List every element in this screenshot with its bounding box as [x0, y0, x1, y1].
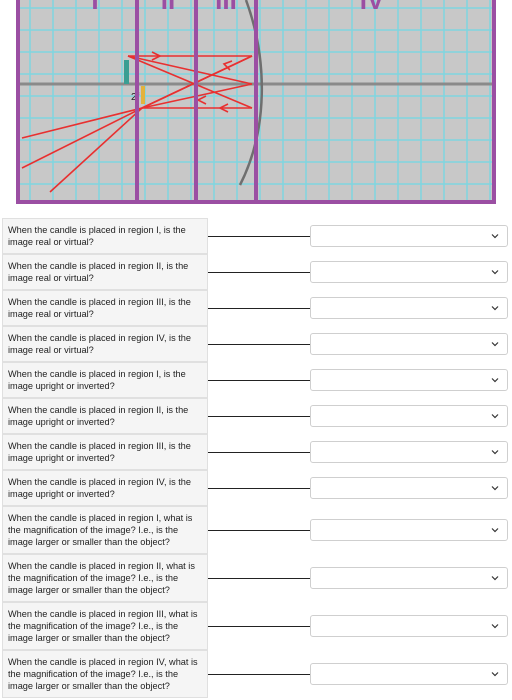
question-label: When the candle is placed in region I, i… [2, 362, 208, 398]
question-row: When the candle is placed in region I, w… [0, 506, 512, 554]
question-label: When the candle is placed in region II, … [2, 398, 208, 434]
chevron-down-icon [491, 450, 499, 455]
answer-connector-line [208, 578, 310, 579]
answer-connector-line [208, 272, 310, 273]
answer-dropdown[interactable] [310, 261, 508, 283]
answer-connector-line [208, 488, 310, 489]
question-label: When the candle is placed in region I, i… [2, 218, 208, 254]
answer-dropdown[interactable] [310, 441, 508, 463]
question-label: When the candle is placed in region III,… [2, 290, 208, 326]
question-row: When the candle is placed in region IV, … [0, 470, 512, 506]
question-label: When the candle is placed in region IV, … [2, 470, 208, 506]
chevron-down-icon [491, 414, 499, 419]
answer-dropdown[interactable] [310, 567, 508, 589]
answer-connector-line [208, 626, 310, 627]
question-row: When the candle is placed in region II, … [0, 554, 512, 602]
answer-dropdown[interactable] [310, 615, 508, 637]
chevron-down-icon [491, 342, 499, 347]
question-label: When the candle is placed in region III,… [2, 602, 208, 650]
question-label: When the candle is placed in region IV, … [2, 326, 208, 362]
region-label-II: II [161, 0, 175, 15]
chevron-down-icon [491, 378, 499, 383]
question-row: When the candle is placed in region I, i… [0, 362, 512, 398]
region-label-III: III [215, 0, 237, 15]
question-row: When the candle is placed in region II, … [0, 254, 512, 290]
chevron-down-icon [491, 234, 499, 239]
chevron-down-icon [491, 306, 499, 311]
answer-dropdown[interactable] [310, 225, 508, 247]
chevron-down-icon [491, 270, 499, 275]
question-row: When the candle is placed in region IV, … [0, 650, 512, 698]
question-list: When the candle is placed in region I, i… [0, 218, 512, 698]
answer-dropdown[interactable] [310, 369, 508, 391]
question-label: When the candle is placed in region III,… [2, 434, 208, 470]
chevron-down-icon [491, 486, 499, 491]
chevron-down-icon [491, 576, 499, 581]
answer-connector-line [208, 674, 310, 675]
chevron-down-icon [491, 528, 499, 533]
question-label: When the candle is placed in region II, … [2, 254, 208, 290]
answer-connector-line [208, 344, 310, 345]
question-row: When the candle is placed in region I, i… [0, 218, 512, 254]
candle-image [141, 86, 145, 104]
answer-connector-line [208, 452, 310, 453]
question-row: When the candle is placed in region III,… [0, 290, 512, 326]
answer-connector-line [208, 530, 310, 531]
answer-dropdown[interactable] [310, 477, 508, 499]
question-row: When the candle is placed in region II, … [0, 398, 512, 434]
candle-object [124, 60, 129, 84]
answer-dropdown[interactable] [310, 333, 508, 355]
question-label: When the candle is placed in region IV, … [2, 650, 208, 698]
mirror-diagram: I II III IV 2f [0, 0, 512, 210]
region-label-I: I [91, 0, 98, 15]
answer-dropdown[interactable] [310, 519, 508, 541]
answer-dropdown[interactable] [310, 663, 508, 685]
answer-dropdown[interactable] [310, 405, 508, 427]
question-row: When the candle is placed in region III,… [0, 602, 512, 650]
answer-dropdown[interactable] [310, 297, 508, 319]
region-label-IV: IV [360, 0, 385, 15]
answer-connector-line [208, 308, 310, 309]
chevron-down-icon [491, 624, 499, 629]
chevron-down-icon [491, 672, 499, 677]
question-row: When the candle is placed in region IV, … [0, 326, 512, 362]
answer-connector-line [208, 380, 310, 381]
answer-connector-line [208, 236, 310, 237]
answer-connector-line [208, 416, 310, 417]
question-row: When the candle is placed in region III,… [0, 434, 512, 470]
question-label: When the candle is placed in region II, … [2, 554, 208, 602]
question-label: When the candle is placed in region I, w… [2, 506, 208, 554]
